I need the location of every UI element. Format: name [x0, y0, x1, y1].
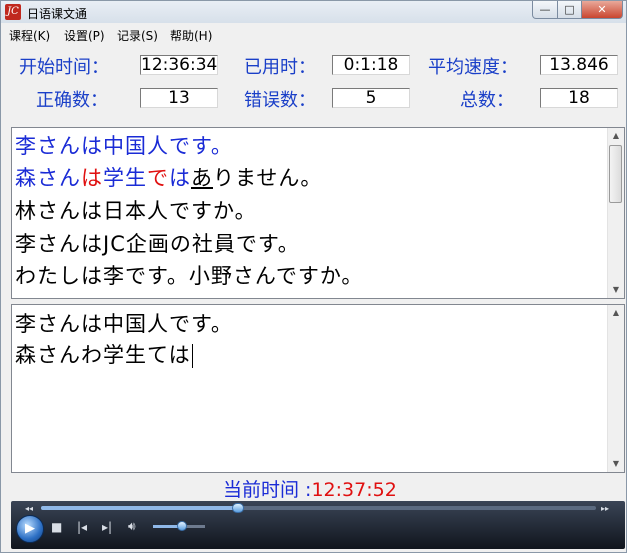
source-seg-error: は	[81, 166, 103, 190]
menu-bar: 课程(K) 设置(P) 记录(S) 帮助(H)	[1, 25, 626, 43]
scroll-down-icon[interactable]: ▼	[608, 282, 624, 298]
next-icon[interactable]: ▸|	[102, 520, 112, 534]
scroll-up-icon[interactable]: ▲	[608, 128, 624, 144]
source-line-5: わたしは李です。小野さんですか。	[15, 264, 364, 288]
menu-course[interactable]: 课程(K)	[9, 27, 50, 44]
play-button[interactable]: ▶	[16, 515, 44, 543]
menu-settings[interactable]: 设置(P)	[64, 27, 105, 44]
source-seg-correct: 学生	[103, 166, 147, 190]
menu-help[interactable]: 帮助(H)	[170, 27, 212, 44]
total-label: 总数：	[460, 90, 514, 111]
total-field: 18	[540, 88, 618, 108]
maximize-icon: □	[564, 3, 575, 16]
source-scrollbar[interactable]: ▲ ▼	[607, 128, 624, 298]
window-title: 日语课文通	[27, 7, 88, 21]
app-logo-icon: JC	[5, 4, 21, 20]
close-button[interactable]: ✕	[581, 1, 623, 19]
rewind-icon[interactable]: ◂◂	[25, 502, 33, 516]
elapsed-field: 0:1:18	[332, 55, 410, 75]
title-bar[interactable]: JC 日语课文通 — □ ✕	[1, 1, 626, 23]
source-line-3: 林さんは日本人ですか。	[15, 199, 257, 223]
source-seg-correct: 森さん	[15, 166, 81, 190]
volume-icon[interactable]: 🔊︎	[128, 519, 136, 533]
seek-progress	[41, 506, 239, 510]
scroll-thumb[interactable]	[609, 145, 622, 203]
menu-records[interactable]: 记录(S)	[117, 27, 158, 44]
minimize-button[interactable]: —	[532, 1, 558, 19]
source-seg-error: で	[147, 166, 169, 190]
current-time-label: 当前时间 :	[223, 479, 312, 501]
start-time-label: 开始时间：	[19, 57, 109, 78]
fast-forward-icon[interactable]: ▸▸	[601, 502, 609, 516]
typed-line-2-text: 森さんわ学生ては	[15, 343, 191, 367]
source-seg-correct: は	[169, 166, 191, 190]
elapsed-label: 已用时：	[244, 57, 316, 78]
maximize-button[interactable]: □	[557, 1, 582, 19]
source-line-4: 李さんはJC企画の社員です。	[15, 232, 300, 256]
media-player: ◂◂ ▸▸ ▶ ■ |◂ ▸| 🔊︎	[11, 501, 625, 549]
volume-slider[interactable]	[153, 521, 205, 531]
scroll-down-icon[interactable]: ▼	[608, 456, 624, 472]
source-line-1: 李さんは中国人です。	[15, 134, 233, 158]
source-text-pane[interactable]: 李さんは中国人です。 森さんは学生ではありません。 林さんは日本人ですか。 李さ…	[11, 127, 625, 299]
current-time-value: 12:37:52	[311, 479, 397, 501]
avg-speed-field: 13.846	[540, 55, 618, 75]
errors-field: 5	[332, 88, 410, 108]
correct-label: 正确数：	[36, 90, 108, 111]
source-seg-pending: りません。	[213, 166, 323, 190]
seek-thumb[interactable]	[232, 503, 245, 513]
start-time-field: 12:36:34	[140, 55, 218, 75]
previous-icon[interactable]: |◂	[77, 520, 87, 534]
avg-speed-label: 平均速度：	[428, 57, 518, 78]
play-icon: ▶	[25, 521, 35, 536]
volume-thumb[interactable]	[176, 521, 187, 531]
minimize-icon: —	[539, 3, 551, 16]
typing-scrollbar[interactable]: ▲ ▼	[607, 305, 624, 472]
errors-label: 错误数：	[244, 90, 316, 111]
stop-icon[interactable]: ■	[51, 520, 62, 534]
app-window: JC 日语课文通 — □ ✕ 课程(K) 设置(P) 记录(S) 帮助(H) 开…	[0, 0, 627, 553]
seek-bar[interactable]	[41, 503, 596, 513]
current-time: 当前时间 :12:37:52	[223, 475, 397, 502]
text-caret	[191, 344, 193, 368]
source-seg-current: あ	[191, 166, 213, 190]
close-icon: ✕	[597, 3, 607, 16]
typing-input-pane[interactable]: 李さんは中国人です。 森さんわ学生ては ▲ ▼	[11, 304, 625, 473]
source-line-2: 森さんは学生ではありません。	[15, 163, 322, 193]
correct-field: 13	[140, 88, 218, 108]
typed-line-2: 森さんわ学生ては	[15, 340, 193, 370]
typed-line-1: 李さんは中国人です。	[15, 312, 233, 336]
scroll-up-icon[interactable]: ▲	[608, 305, 624, 321]
